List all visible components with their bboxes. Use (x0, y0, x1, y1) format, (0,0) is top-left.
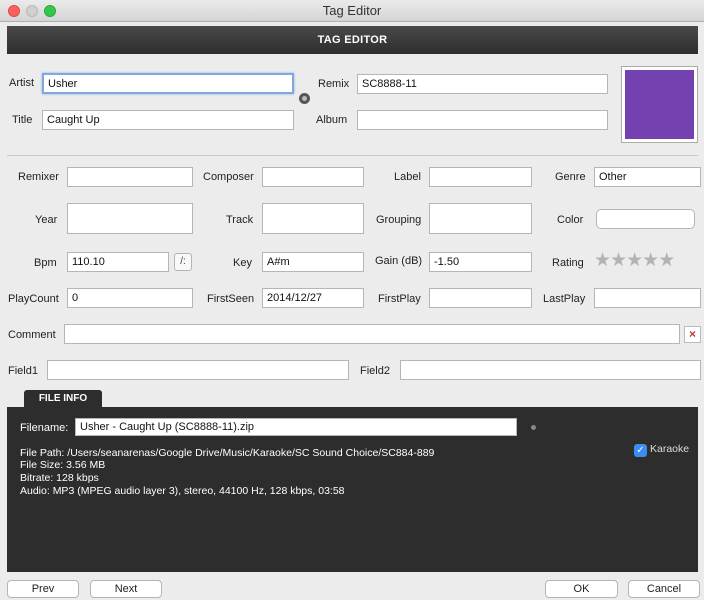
rating-star-icon[interactable]: ★ (658, 250, 675, 271)
playcount-label: PlayCount (8, 293, 59, 305)
field2-label: Field2 (360, 365, 390, 377)
rating-star-icon[interactable]: ★ (642, 250, 659, 271)
file-path-text: File Path: /Users/seanarenas/Google Driv… (20, 447, 435, 459)
filename-input[interactable]: Usher - Caught Up (SC8888-11).zip (75, 418, 517, 436)
track-label: Track (226, 214, 254, 226)
firstseen-input[interactable]: 2014/12/27 (262, 288, 364, 308)
ok-button[interactable]: OK (545, 580, 618, 598)
page-title: TAG EDITOR (7, 26, 698, 54)
field1-label: Field1 (8, 365, 38, 377)
rating-star-icon[interactable]: ★ (626, 250, 643, 271)
karaoke-checkbox[interactable]: ✓ (634, 444, 647, 457)
album-label: Album (316, 114, 348, 126)
track-input[interactable] (262, 203, 364, 234)
bpm-input[interactable]: 110.10 (67, 252, 169, 272)
cancel-button[interactable]: Cancel (628, 580, 700, 598)
album-input[interactable] (357, 110, 608, 130)
file-info-panel: Filename: Usher - Caught Up (SC8888-11).… (7, 407, 698, 572)
grouping-label: Grouping (376, 214, 422, 226)
comment-input[interactable] (64, 324, 680, 344)
lastplay-label: LastPlay (543, 293, 586, 305)
tab-file-info[interactable]: FILE INFO (24, 390, 102, 408)
firstplay-input[interactable] (429, 288, 532, 308)
field2-input[interactable] (400, 360, 701, 380)
section-divider (7, 155, 698, 156)
rating-stars[interactable]: ★★★★★ (594, 250, 675, 271)
window-titlebar: Tag Editor (0, 0, 704, 22)
key-input[interactable]: A#m (262, 252, 364, 272)
artist-input[interactable]: Usher (42, 73, 294, 94)
comment-label: Comment (8, 329, 56, 341)
gain-label: Gain (dB) (375, 255, 423, 267)
rating-label: Rating (552, 257, 584, 269)
remixer-label: Remixer (18, 171, 59, 183)
remix-label: Remix (318, 78, 350, 90)
rating-star-icon[interactable]: ★ (610, 250, 627, 271)
color-label: Color (557, 214, 584, 226)
minimize-window-icon[interactable] (26, 5, 38, 17)
window-title: Tag Editor (322, 3, 382, 18)
year-input[interactable] (67, 203, 193, 234)
prev-button[interactable]: Prev (7, 580, 79, 598)
title-label: Title (12, 114, 33, 126)
color-picker-field[interactable] (596, 209, 695, 229)
firstseen-label: FirstSeen (207, 293, 255, 305)
year-label: Year (35, 214, 58, 226)
label-label: Label (394, 171, 421, 183)
artwork-thumbnail[interactable] (621, 66, 698, 143)
swap-artist-title-icon[interactable] (299, 93, 310, 104)
composer-label: Composer (203, 171, 254, 183)
karaoke-label: Karaoke (650, 443, 690, 455)
rating-star-icon[interactable]: ★ (594, 250, 611, 271)
remixer-input[interactable] (67, 167, 193, 187)
clear-comment-icon[interactable]: × (684, 326, 701, 343)
firstplay-label: FirstPlay (378, 293, 421, 305)
playcount-input[interactable]: 0 (67, 288, 193, 308)
key-label: Key (233, 257, 252, 269)
label-input[interactable] (429, 167, 532, 187)
maximize-window-icon[interactable] (44, 5, 56, 17)
file-size-text: File Size: 3.56 MB (20, 459, 106, 471)
gain-input[interactable]: -1.50 (429, 252, 532, 272)
remix-input[interactable]: SC8888-11 (357, 74, 608, 94)
genre-label: Genre (555, 171, 586, 183)
field1-input[interactable] (47, 360, 349, 380)
close-window-icon[interactable] (8, 5, 20, 17)
grouping-input[interactable] (429, 203, 532, 234)
title-input[interactable]: Caught Up (42, 110, 294, 130)
bpm-label: Bpm (34, 257, 57, 269)
composer-input[interactable] (262, 167, 364, 187)
genre-input[interactable]: Other (594, 167, 701, 187)
bpm-tap-button[interactable]: /: (174, 253, 192, 271)
next-button[interactable]: Next (90, 580, 162, 598)
filename-label: Filename: (20, 422, 69, 434)
artwork-image (625, 70, 694, 139)
lastplay-input[interactable] (594, 288, 701, 308)
filename-indicator-icon (531, 425, 536, 430)
artist-label: Artist (9, 77, 35, 89)
audio-info-text: Audio: MP3 (MPEG audio layer 3), stereo,… (20, 485, 345, 497)
bitrate-text: Bitrate: 128 kbps (20, 472, 99, 484)
